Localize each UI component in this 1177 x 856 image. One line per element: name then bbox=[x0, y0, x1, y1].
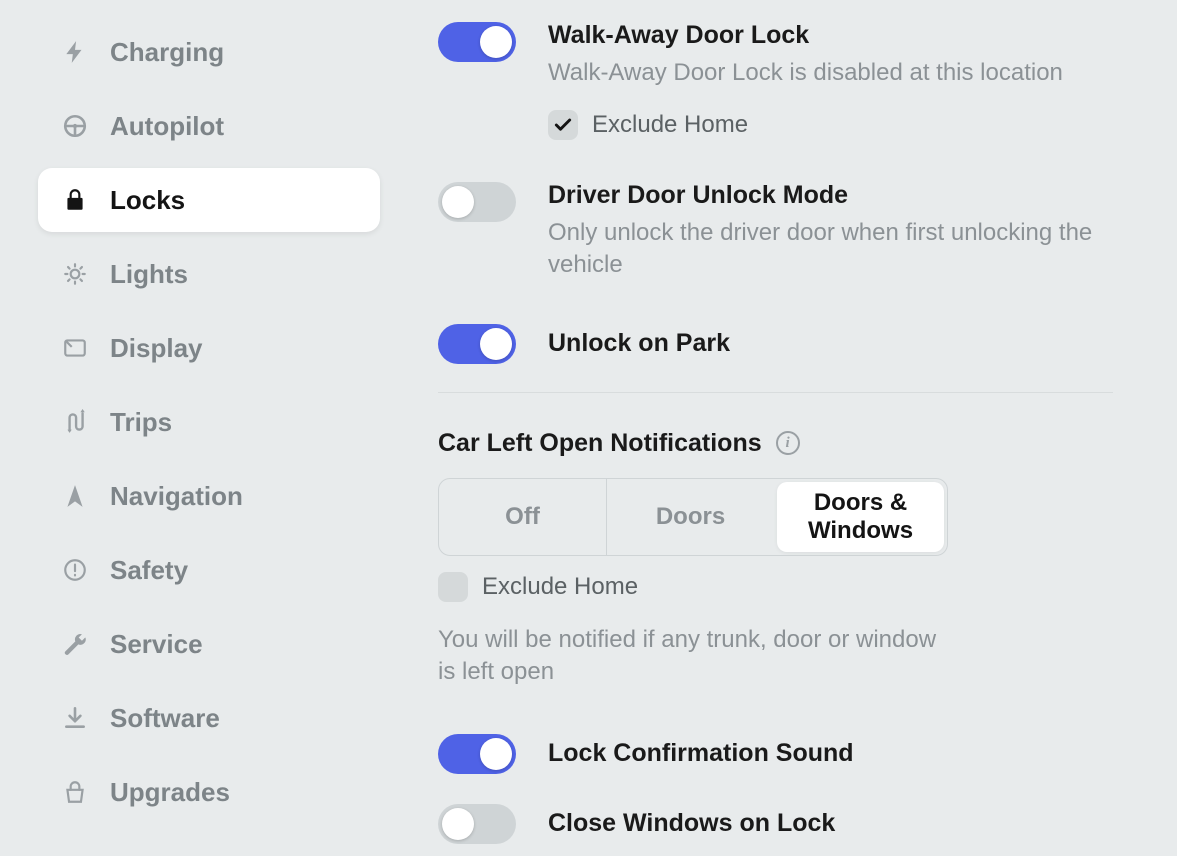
lock-sound-toggle[interactable] bbox=[438, 734, 516, 774]
walk-away-exclude-home-checkbox[interactable] bbox=[548, 110, 578, 140]
settings-panel: Walk-Away Door Lock Walk-Away Door Lock … bbox=[400, 0, 1177, 856]
sidebar-item-label: Upgrades bbox=[110, 777, 230, 808]
sidebar-item-label: Display bbox=[110, 333, 203, 364]
sidebar-item-trips[interactable]: Trips bbox=[38, 390, 380, 454]
lightbulb-icon bbox=[62, 261, 88, 287]
warning-icon bbox=[62, 557, 88, 583]
steering-icon bbox=[62, 113, 88, 139]
unlock-on-park-toggle[interactable] bbox=[438, 324, 516, 364]
setting-title: Close Windows on Lock bbox=[548, 802, 1113, 839]
lock-icon bbox=[62, 187, 88, 213]
close-windows-toggle[interactable] bbox=[438, 804, 516, 844]
sidebar: Charging Autopilot Locks Lights Display bbox=[0, 0, 400, 856]
route-icon bbox=[62, 409, 88, 435]
section-title: Car Left Open Notifications bbox=[438, 429, 762, 458]
sidebar-item-label: Software bbox=[110, 703, 220, 734]
driver-door-toggle[interactable] bbox=[438, 182, 516, 222]
info-icon[interactable]: i bbox=[776, 431, 800, 455]
car-left-open-segmented: Off Doors Doors & Windows bbox=[438, 478, 948, 556]
upgrade-icon bbox=[62, 779, 88, 805]
setting-title: Driver Door Unlock Mode bbox=[548, 180, 1113, 211]
display-icon bbox=[62, 335, 88, 361]
setting-description: Only unlock the driver door when first u… bbox=[548, 217, 1113, 282]
download-icon bbox=[62, 705, 88, 731]
divider bbox=[438, 392, 1113, 393]
setting-driver-door-unlock: Driver Door Unlock Mode Only unlock the … bbox=[438, 180, 1113, 282]
sidebar-item-software[interactable]: Software bbox=[38, 686, 380, 750]
section-car-left-open: Car Left Open Notifications i Off Doors … bbox=[438, 429, 1113, 689]
segment-doors[interactable]: Doors bbox=[606, 479, 774, 555]
sidebar-item-label: Lights bbox=[110, 259, 188, 290]
sidebar-item-label: Autopilot bbox=[110, 111, 224, 142]
checkbox-label: Exclude Home bbox=[482, 573, 638, 601]
sidebar-item-service[interactable]: Service bbox=[38, 612, 380, 676]
section-note: You will be notified if any trunk, door … bbox=[438, 624, 958, 689]
setting-title: Lock Confirmation Sound bbox=[548, 732, 1113, 769]
sidebar-item-label: Charging bbox=[110, 37, 224, 68]
setting-walk-away-door-lock: Walk-Away Door Lock Walk-Away Door Lock … bbox=[438, 20, 1113, 140]
sidebar-item-label: Locks bbox=[110, 185, 185, 216]
sidebar-item-label: Safety bbox=[110, 555, 188, 586]
sidebar-item-label: Service bbox=[110, 629, 203, 660]
navigation-icon bbox=[62, 483, 88, 509]
segment-off[interactable]: Off bbox=[439, 479, 606, 555]
wrench-icon bbox=[62, 631, 88, 657]
sidebar-item-locks[interactable]: Locks bbox=[38, 168, 380, 232]
sidebar-item-safety[interactable]: Safety bbox=[38, 538, 380, 602]
car-left-open-exclude-home-checkbox[interactable] bbox=[438, 572, 468, 602]
walk-away-toggle[interactable] bbox=[438, 22, 516, 62]
segment-doors-windows[interactable]: Doors & Windows bbox=[777, 482, 944, 552]
sidebar-item-autopilot[interactable]: Autopilot bbox=[38, 94, 380, 158]
setting-lock-confirmation-sound: Lock Confirmation Sound bbox=[438, 732, 1113, 774]
sidebar-item-label: Navigation bbox=[110, 481, 243, 512]
setting-unlock-on-park: Unlock on Park bbox=[438, 322, 1113, 364]
setting-description: Walk-Away Door Lock is disabled at this … bbox=[548, 57, 1113, 89]
sidebar-item-display[interactable]: Display bbox=[38, 316, 380, 380]
sidebar-item-lights[interactable]: Lights bbox=[38, 242, 380, 306]
sidebar-item-upgrades[interactable]: Upgrades bbox=[38, 760, 380, 824]
setting-title: Walk-Away Door Lock bbox=[548, 20, 1113, 51]
sidebar-item-charging[interactable]: Charging bbox=[38, 20, 380, 84]
setting-title: Unlock on Park bbox=[548, 322, 1113, 359]
checkbox-label: Exclude Home bbox=[592, 111, 748, 139]
bolt-icon bbox=[62, 39, 88, 65]
sidebar-item-label: Trips bbox=[110, 407, 172, 438]
sidebar-item-navigation[interactable]: Navigation bbox=[38, 464, 380, 528]
setting-close-windows-on-lock: Close Windows on Lock bbox=[438, 802, 1113, 844]
